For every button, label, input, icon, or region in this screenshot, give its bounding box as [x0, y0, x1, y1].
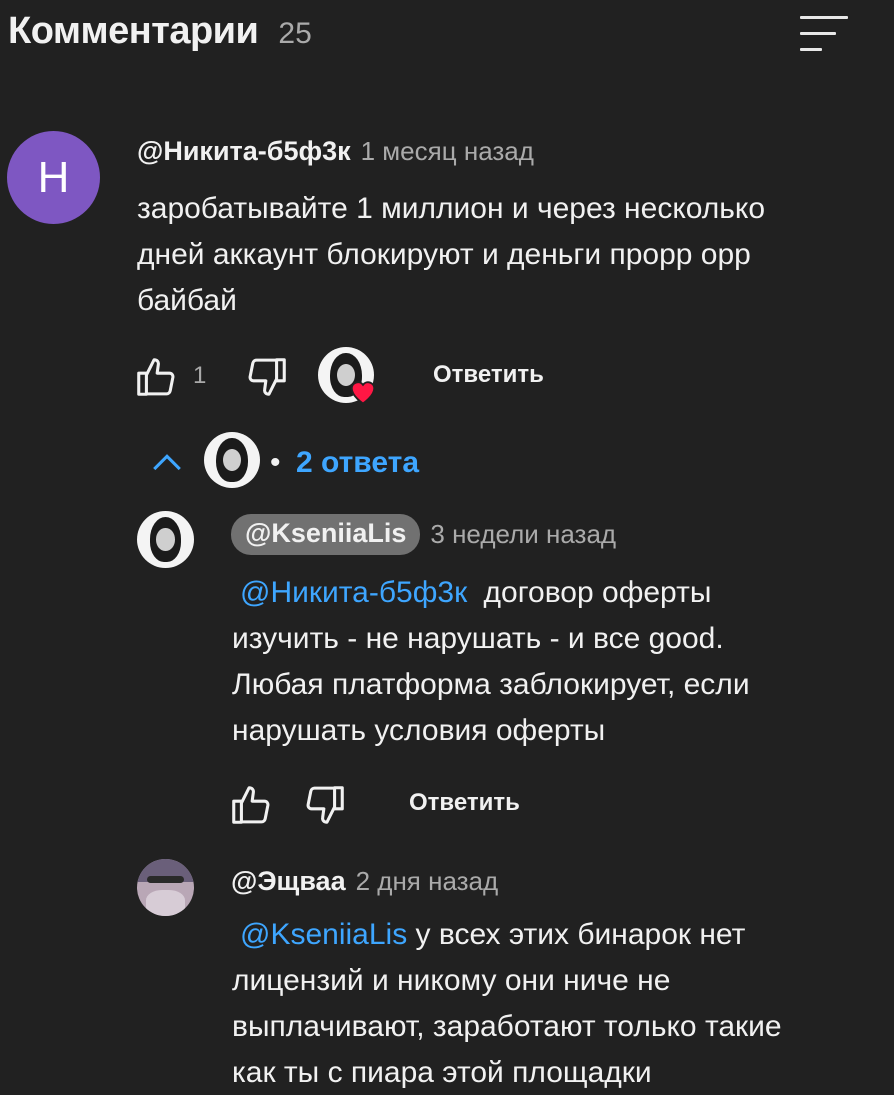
comment-time[interactable]: 1 месяц назад [361, 136, 534, 167]
replies-toggle[interactable]: • 2 ответа [146, 432, 436, 492]
like-button[interactable] [228, 782, 274, 828]
reply-text: @KseniiaLis у всех этих бинарок нет лице… [232, 912, 872, 1095]
comments-count: 25 [278, 17, 312, 50]
dislike-button[interactable] [244, 354, 290, 400]
reply-author[interactable]: @Эщваа [231, 866, 346, 897]
thumbs-up-icon [232, 786, 270, 824]
reply-text-line-4: нарушать условия оферты [232, 714, 606, 747]
avatar-letter: Н [37, 152, 70, 202]
reply-text-first: договор оферты [483, 576, 712, 609]
thumbs-down-icon [306, 786, 344, 824]
dislike-button[interactable] [302, 782, 348, 828]
mention-link[interactable]: @Никита-б5ф3к [240, 576, 467, 609]
comment-text-line-3: байбай [137, 284, 237, 317]
reply-meta: @Эщваа 2 дня назад [231, 866, 498, 897]
reply-meta: @KseniiaLis 3 недели назад [231, 514, 616, 555]
reply-text-line-3: выплачивают, заработают только такие [232, 1010, 782, 1043]
reply-button[interactable]: Ответить [433, 361, 544, 389]
comments-panel: Комментарии 25 Н @Никита-б5ф3к 1 месяц н… [0, 0, 894, 1095]
chevron-up-icon [153, 454, 181, 471]
comment-text-line-1: заробатывайте 1 миллион и через нескольк… [137, 192, 766, 225]
comment-text-line-2: дней аккаунт блокируют и деньги прорр ор… [137, 238, 751, 271]
reply-button[interactable]: Ответить [409, 789, 520, 817]
reply-text-first: у всех этих бинарок нет [415, 918, 746, 951]
avatar[interactable] [137, 859, 194, 916]
thumbs-down-icon [248, 358, 286, 396]
reply-text-line-3: Любая платформа заблокирует, если [232, 668, 750, 701]
comment-author[interactable]: @Никита-б5ф3к [137, 136, 351, 167]
reply-text-line-2: изучить - не нарушать - и все good. [232, 622, 724, 655]
replies-count-label: 2 ответа [296, 446, 420, 479]
avatar[interactable]: Н [7, 131, 100, 224]
reply-time[interactable]: 3 недели назад [430, 519, 616, 550]
replier-avatar [204, 432, 260, 488]
like-count: 1 [193, 362, 207, 389]
like-button[interactable] [133, 354, 179, 400]
comment-text: заробатывайте 1 миллион и через нескольк… [137, 186, 877, 324]
comments-title: Комментарии [8, 10, 259, 52]
heart-icon [350, 381, 376, 405]
comment-meta: @Никита-б5ф3к 1 месяц назад [137, 136, 534, 167]
avatar[interactable] [137, 511, 194, 568]
replies-separator: • [270, 446, 281, 479]
thumbs-up-icon [137, 358, 175, 396]
comments-header: Комментарии 25 [8, 10, 312, 53]
reply-text-line-2: лицензий и никому они ниче не [232, 964, 671, 997]
sort-icon[interactable] [800, 14, 852, 54]
reply-text-line-4: как ты с пиара этой площадки [232, 1056, 652, 1089]
reply-text: @Никита-б5ф3к договор оферты изучить - н… [232, 570, 872, 754]
reply-time[interactable]: 2 дня назад [356, 866, 499, 897]
reply-author-chip[interactable]: @KseniiaLis [231, 514, 421, 555]
mention-link[interactable]: @KseniiaLis [240, 918, 407, 951]
